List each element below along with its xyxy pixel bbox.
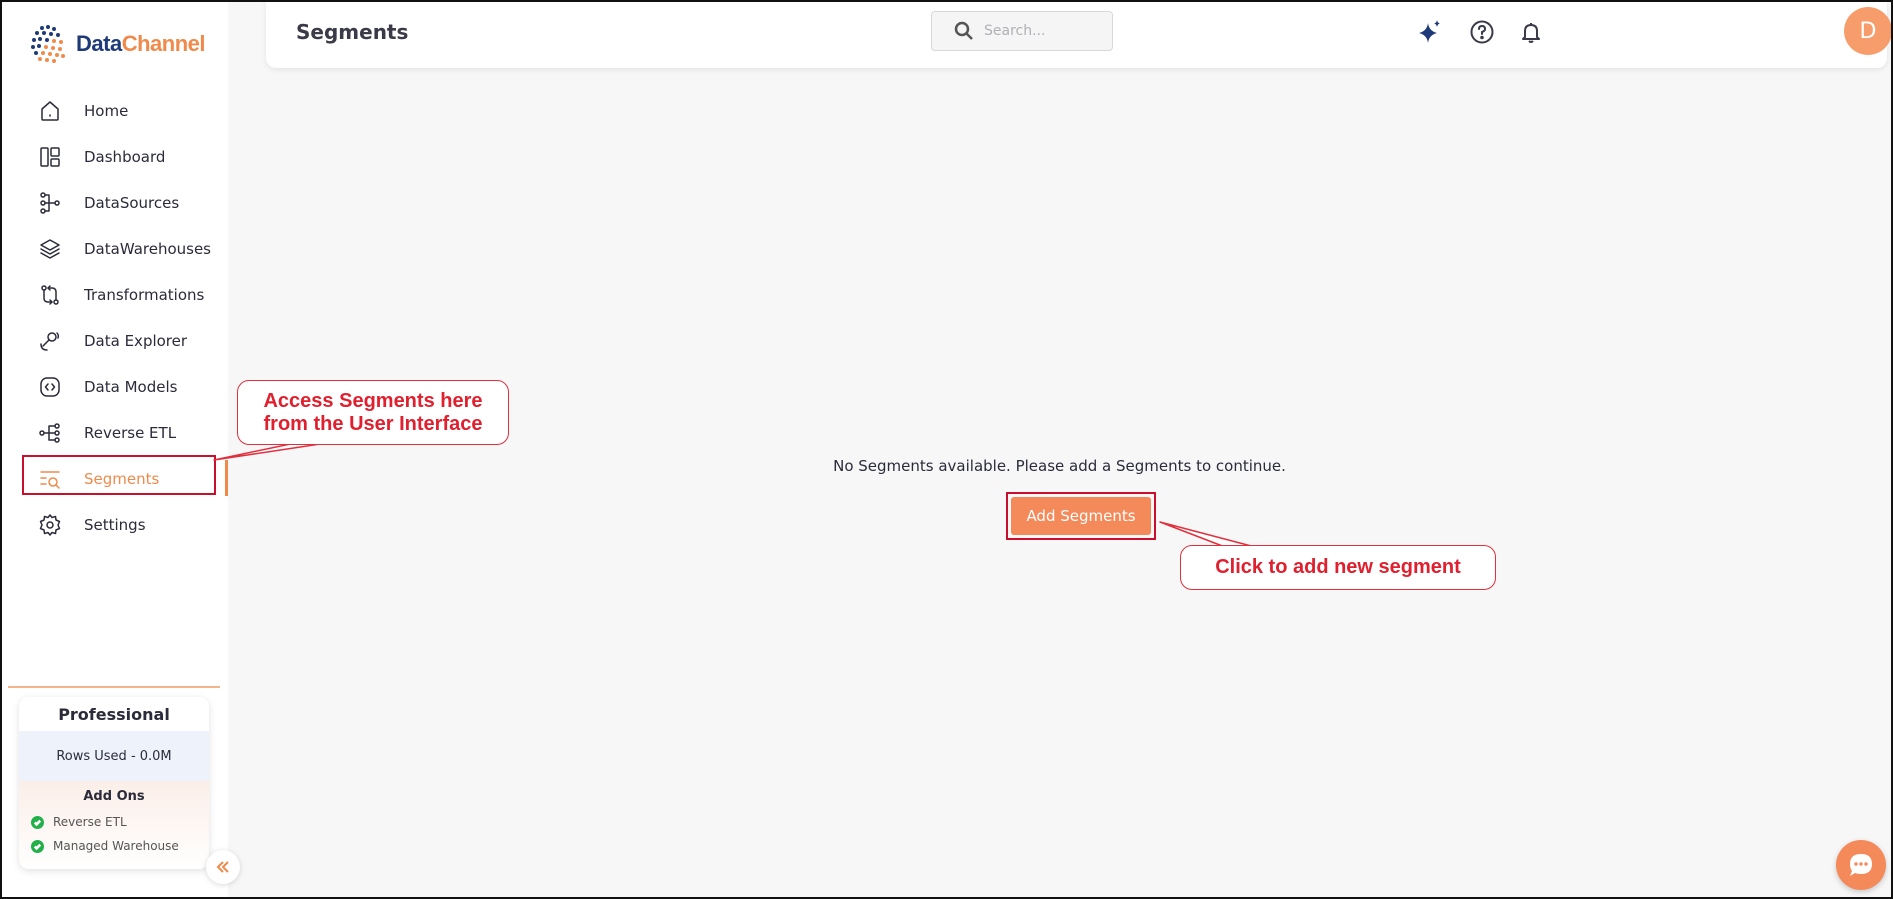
- transform-icon: [38, 283, 62, 307]
- gear-icon: [38, 513, 62, 537]
- sidebar-item-label: Transformations: [84, 286, 205, 304]
- check-circle-icon: [31, 815, 44, 829]
- rows-used: Rows Used - 0.0M: [19, 731, 209, 781]
- callout-line: Access Segments here: [263, 389, 483, 412]
- addon-label: Managed Warehouse: [53, 839, 179, 853]
- plan-card: Professional Rows Used - 0.0M Add Ons Re…: [19, 697, 209, 869]
- sidebar-item-datawarehouses[interactable]: DataWarehouses: [2, 226, 228, 272]
- search-icon: [954, 21, 973, 40]
- sidebar-item-reverse-etl[interactable]: Reverse ETL: [2, 410, 228, 456]
- sidebar-item-segments[interactable]: Segments: [2, 456, 228, 502]
- sidebar-item-label: DataWarehouses: [84, 240, 211, 258]
- explorer-icon: [38, 329, 62, 353]
- page-title: Segments: [296, 20, 409, 44]
- sidebar-item-label: DataSources: [84, 194, 180, 212]
- segments-icon: [38, 467, 62, 491]
- addon-item: Reverse ETL: [19, 810, 209, 834]
- sidebar-item-datasources[interactable]: DataSources: [2, 180, 228, 226]
- datasources-icon: [38, 191, 62, 215]
- addons-title: Add Ons: [83, 789, 145, 804]
- sidebar-item-label: Data Models: [84, 378, 178, 396]
- search-input[interactable]: [984, 23, 1094, 39]
- addon-label: Reverse ETL: [53, 815, 127, 829]
- home-icon: [38, 99, 62, 123]
- notifications-button[interactable]: [1516, 17, 1546, 47]
- addons-section: Add Ons Reverse ETL Managed Warehouse: [19, 781, 209, 869]
- sidebar-item-label: Dashboard: [84, 148, 166, 166]
- ai-sparkle-button[interactable]: [1415, 17, 1445, 47]
- sidebar-item-data-models[interactable]: Data Models: [2, 364, 228, 410]
- sidebar-divider: [8, 686, 220, 688]
- sidebar-item-label: Segments: [84, 470, 160, 488]
- code-icon: [38, 375, 62, 399]
- bell-icon: [1522, 23, 1540, 43]
- empty-state-message: No Segments available. Please add a Segm…: [833, 457, 1286, 475]
- sidebar-item-home[interactable]: Home: [2, 88, 228, 134]
- callout-add-segment: Click to add new segment: [1180, 545, 1496, 590]
- avatar[interactable]: D: [1844, 7, 1892, 55]
- layers-icon: [38, 237, 62, 261]
- search-box[interactable]: [931, 11, 1113, 51]
- plan-title: Professional: [58, 704, 170, 724]
- dashboard-icon: [38, 145, 62, 169]
- help-button[interactable]: [1467, 17, 1497, 47]
- chat-bubble-icon: [1850, 854, 1872, 876]
- addon-item: Managed Warehouse: [19, 834, 209, 858]
- collapse-sidebar-button[interactable]: [206, 850, 240, 884]
- sidebar-item-label: Settings: [84, 516, 146, 534]
- sidebar-item-label: Home: [84, 102, 129, 120]
- sidebar-item-settings[interactable]: Settings: [2, 502, 228, 548]
- sidebar-item-transformations[interactable]: Transformations: [2, 272, 228, 318]
- sparkle-icon: [1419, 20, 1440, 43]
- logo-text: DataChannel: [76, 31, 205, 56]
- help-circle-icon: [1470, 20, 1494, 44]
- sidebar-nav: Home Dashboard DataSources DataWarehouse…: [2, 88, 228, 548]
- callout-access-segments: Access Segments here from the User Inter…: [237, 380, 509, 445]
- main-content: Segments D No Segments available. Please…: [228, 2, 1892, 897]
- double-chevron-left-icon: [216, 861, 229, 873]
- sidebar-item-label: Reverse ETL: [84, 424, 177, 442]
- reverse-etl-icon: [38, 421, 62, 445]
- sidebar-item-data-explorer[interactable]: Data Explorer: [2, 318, 228, 364]
- add-segments-button[interactable]: Add Segments: [1011, 497, 1151, 535]
- sidebar-item-dashboard[interactable]: Dashboard: [2, 134, 228, 180]
- sidebar: DataChannel Home Dashboard DataSources D…: [2, 2, 228, 897]
- callout-line: from the User Interface: [263, 412, 483, 435]
- check-circle-icon: [31, 839, 44, 853]
- logo[interactable]: DataChannel: [28, 20, 205, 68]
- sidebar-item-label: Data Explorer: [84, 332, 188, 350]
- chat-support-button[interactable]: [1836, 840, 1886, 890]
- top-bar: Segments D: [266, 2, 1892, 68]
- datachannel-logo-icon: [31, 25, 65, 63]
